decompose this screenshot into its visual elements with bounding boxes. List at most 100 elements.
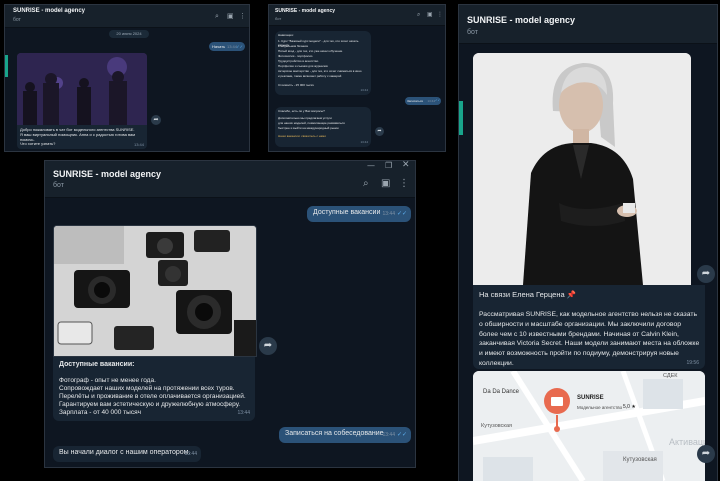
- message-time: 13:44: [382, 432, 395, 438]
- message-line: Навигация:: [278, 33, 294, 37]
- chat-title: SUNRISE - model agency: [467, 15, 576, 25]
- message-line: Портфолио и съемки для журналов: [278, 64, 328, 68]
- chat-window-2: SUNRISE - model agency бот ⌕ ▣ ⋮ Навигац…: [268, 4, 446, 152]
- message-time: 13:44: [184, 451, 197, 457]
- active-chat-indicator: [5, 55, 8, 77]
- chat-subtitle: бот: [467, 29, 478, 36]
- message-time: 19:56: [686, 360, 699, 366]
- message-line: Трудоустройство в агентство: [278, 59, 319, 63]
- chat-title: SUNRISE - model agency: [13, 8, 86, 14]
- chat-header: SUNRISE - model agency бот: [459, 5, 717, 44]
- map-rating: 5,0 ★: [623, 404, 636, 410]
- outgoing-message: Записаться 13:44 ✓✓: [405, 97, 441, 105]
- photo-message[interactable]: [53, 225, 257, 357]
- message-line: Что хотите узнать?: [20, 141, 56, 146]
- message-line: Стоимость - 25 000 тысяч: [278, 83, 314, 87]
- read-check-icon: ✓✓: [434, 98, 440, 102]
- chat-window-1: SUNRISE - model agency бот ⌕ ▣ ⋮ 20 июня…: [4, 4, 250, 152]
- message-time: 13:44: [237, 410, 250, 416]
- chat-title: SUNRISE - model agency: [275, 8, 336, 14]
- message-line: Дополнительно мы предлагаем услуги: [278, 116, 332, 120]
- map-company-subtitle: Модельное агентство: [577, 405, 623, 410]
- message-time: 13:44: [360, 88, 368, 92]
- sidebar-icon[interactable]: ▣: [227, 12, 234, 20]
- map-company-name: SUNRISE: [577, 395, 604, 401]
- photo-message[interactable]: [473, 53, 691, 285]
- activation-watermark: Активация: [669, 437, 705, 447]
- message-line: для наших моделей, позволяющие развивать…: [278, 121, 345, 125]
- caption-line: Перелёты и проживание в отеле оплачивает…: [59, 393, 246, 400]
- outgoing-message: Доступные вакансии 13:44 ✓✓: [307, 206, 411, 222]
- read-check-icon: ✓✓: [396, 210, 407, 217]
- map-label: Кутузовская: [623, 457, 657, 463]
- search-icon[interactable]: ⌕: [363, 178, 369, 189]
- read-check-icon: ✓✓: [396, 431, 407, 438]
- outgoing-message: Записаться на собеседование 13:44 ✓✓: [279, 427, 411, 443]
- message-line: в модельном бизнесе: [278, 44, 309, 48]
- close-button[interactable]: ✕: [402, 161, 410, 170]
- heading-text: На связи Елена Герцена: [479, 290, 565, 299]
- sidebar-icon[interactable]: ▣: [381, 178, 390, 189]
- photo-message[interactable]: [17, 53, 147, 125]
- message-line: Актерское мастерство - для тех, кто хоче…: [278, 69, 362, 73]
- chat-subtitle: бот: [275, 16, 282, 21]
- message-text: Начать: [212, 44, 226, 49]
- incoming-message: Доступные вакансии: Фотограф - опыт не м…: [53, 357, 255, 421]
- director-photo: [473, 53, 691, 285]
- forward-button[interactable]: ➦: [697, 265, 715, 283]
- forward-button[interactable]: ➦: [151, 115, 161, 125]
- message-time: 13:44: [382, 211, 395, 217]
- message-time: 13:44: [360, 140, 368, 144]
- maximize-button[interactable]: ❐: [385, 161, 392, 170]
- minimize-button[interactable]: —: [367, 161, 375, 170]
- chat-window-4: SUNRISE - model agency бот ➦ На связи Ел…: [458, 4, 718, 481]
- incoming-message: Вы начали диалог с нашим оператором. 13:…: [53, 446, 201, 462]
- pin-icon: 📌: [566, 290, 577, 299]
- message-line: и рекламе, также включает работу с камер…: [278, 74, 342, 78]
- message-body: Рассматривая SUNRISE, как модельное аген…: [479, 311, 700, 367]
- message-text: Записаться на собеседование: [285, 430, 384, 437]
- message-text: Записаться: [407, 99, 423, 103]
- message-line: Спасибо, есть ли у Вас вопросы?: [278, 109, 325, 113]
- message-time: 13:44: [427, 99, 435, 103]
- active-chat-indicator: [459, 101, 463, 135]
- chat-subtitle: бот: [53, 182, 64, 189]
- models-photo: [17, 53, 147, 125]
- message-text: Доступные вакансии: [313, 209, 381, 216]
- sidebar-icon[interactable]: ▣: [427, 11, 433, 18]
- outgoing-message: Начать 13:44 ✓✓: [209, 42, 245, 51]
- caption-line: Сопровождает наших моделей на протяжении…: [59, 385, 235, 392]
- message-line: Пятый вход - для тех, кто уже начал обуч…: [278, 49, 343, 53]
- caption-line: Гарантируем вам эстетическую и дружелюбн…: [59, 401, 241, 408]
- message-line: Фотосессия - портфолио: [278, 54, 313, 58]
- read-check-icon: ✓✓: [236, 44, 243, 49]
- chat-header: SUNRISE - model agency бот — ❐ ✕ ⌕ ▣ ⋮: [45, 161, 415, 198]
- map-preview[interactable]: Da Da Dance Кутузовская Кутузовская СДЕК…: [473, 371, 705, 481]
- incoming-message: Добро пожаловать в чат бот модельного аг…: [17, 125, 147, 149]
- map-label: Da Da Dance: [483, 389, 520, 395]
- search-icon[interactable]: ⌕: [417, 11, 420, 19]
- incoming-message: Навигация: 1. Курс "Базовый курс модели"…: [275, 31, 371, 95]
- map-label: СДЕК: [663, 373, 678, 379]
- caption-line: Фотограф - опыт не менее года.: [59, 377, 156, 384]
- caption-line: Зарплата - от 40 000 тысяч: [59, 409, 141, 416]
- forward-button[interactable]: ➦: [375, 127, 384, 136]
- forward-button[interactable]: ➦: [259, 337, 277, 355]
- search-icon[interactable]: ⌕: [215, 12, 219, 21]
- caption-title: Доступные вакансии:: [59, 361, 135, 368]
- message-heading: На связи Елена Герцена 📌: [479, 290, 576, 299]
- chat-window-3: SUNRISE - model agency бот — ❐ ✕ ⌕ ▣ ⋮ Д…: [44, 160, 416, 468]
- message-time: 13:44: [133, 142, 144, 147]
- incoming-message: Спасибо, есть ли у Вас вопросы? Дополнит…: [275, 107, 371, 147]
- more-icon[interactable]: ⋮: [399, 178, 409, 189]
- more-icon[interactable]: ⋮: [239, 12, 246, 20]
- chat-header: SUNRISE - model agency бот ⌕ ▣ ⋮: [269, 5, 445, 26]
- forward-button[interactable]: ➦: [697, 445, 715, 463]
- chat-subtitle: бот: [13, 17, 21, 23]
- chat-header: SUNRISE - model agency бот ⌕ ▣ ⋮: [5, 5, 249, 28]
- cameras-photo: [54, 226, 256, 356]
- incoming-message: На связи Елена Герцена 📌 Рассматривая SU…: [473, 285, 705, 369]
- more-icon[interactable]: ⋮: [437, 11, 443, 18]
- message-text: Вы начали диалог с нашим оператором.: [59, 449, 191, 456]
- message-line: Наши вакансии: свяжитесь с нами: [278, 134, 326, 138]
